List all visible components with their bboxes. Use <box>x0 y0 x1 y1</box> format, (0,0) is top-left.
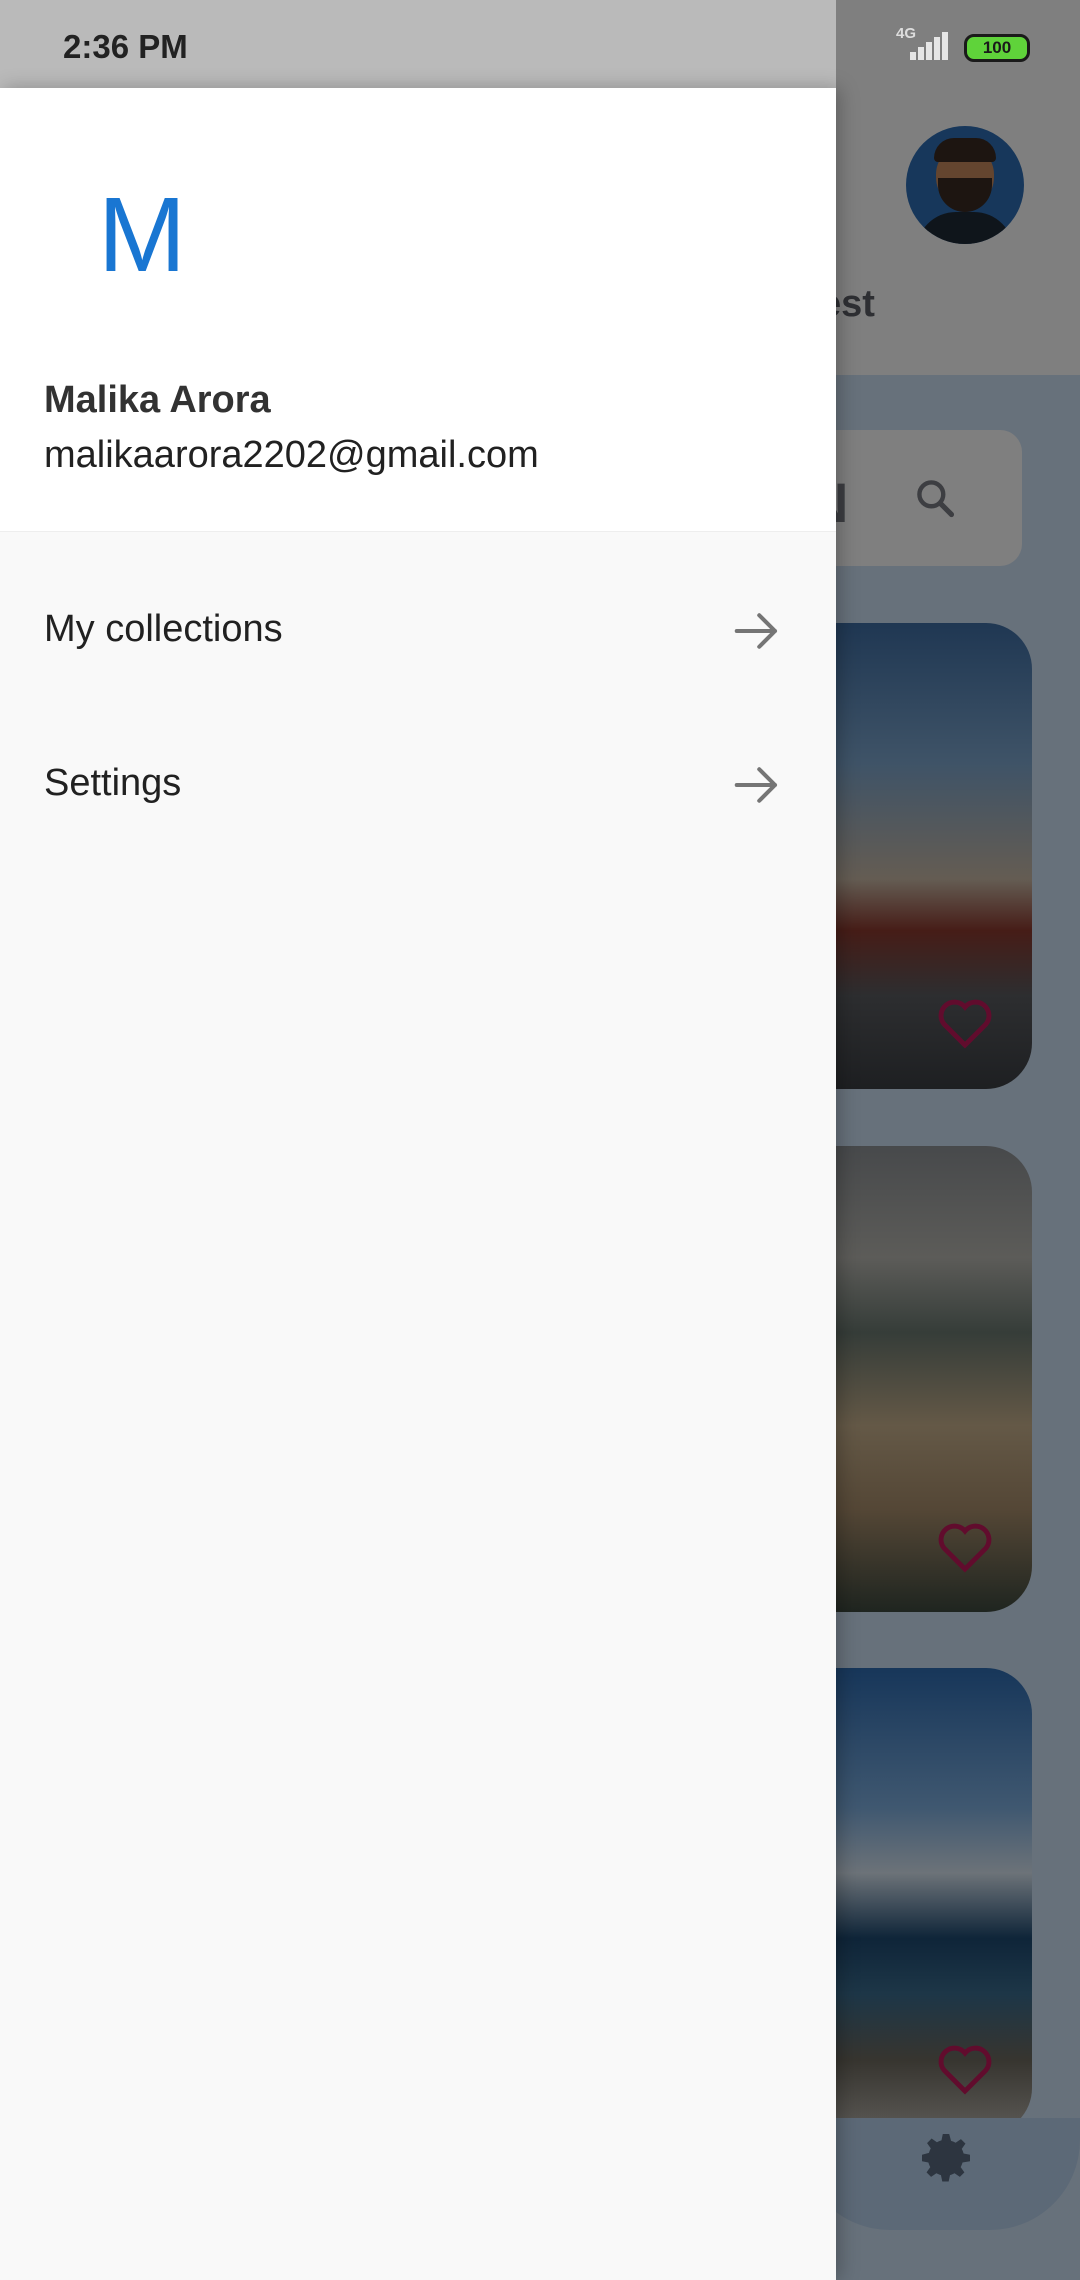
drawer-item-label: My collections <box>44 608 283 650</box>
user-email: malikaarora2202@gmail.com <box>44 434 539 476</box>
arrow-right-icon <box>734 767 778 803</box>
status-bar: 2:36 PM 4G 100 <box>0 0 1080 88</box>
signal-icon <box>910 32 950 60</box>
drawer-item-my-collections[interactable]: My collections <box>0 556 836 706</box>
battery-level: 100 <box>982 38 1012 57</box>
status-time: 2:36 PM <box>63 28 188 65</box>
avatar: M <box>97 176 187 294</box>
drawer-item-settings[interactable]: Settings <box>0 710 836 860</box>
user-name: Malika Arora <box>44 379 271 421</box>
drawer-header: M Malika Arora malikaarora2202@gmail.com <box>0 88 836 532</box>
drawer-item-label: Settings <box>44 762 182 804</box>
navigation-drawer: M Malika Arora malikaarora2202@gmail.com… <box>0 88 836 2280</box>
arrow-right-icon <box>734 613 778 649</box>
battery-icon: 100 <box>964 34 1030 62</box>
